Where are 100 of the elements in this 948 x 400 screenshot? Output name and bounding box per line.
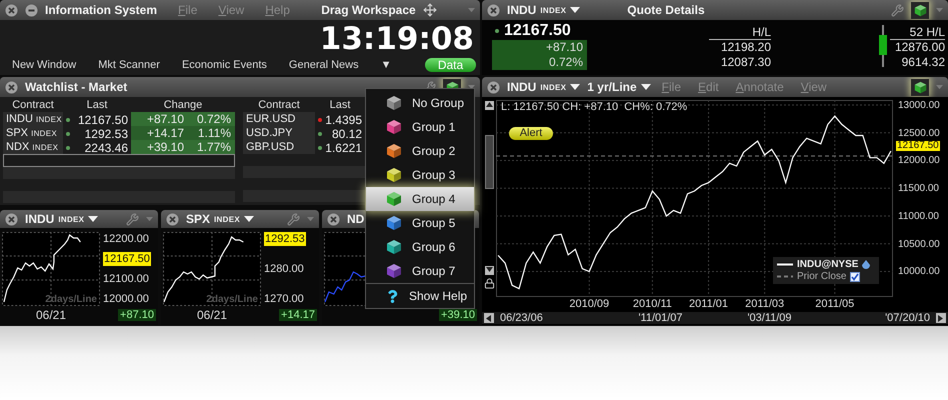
contract-cell[interactable]: EUR.USD: [243, 112, 315, 127]
more-button[interactable]: ▼: [380, 59, 392, 71]
minimize-icon[interactable]: [25, 4, 38, 16]
candlestick-icon: [879, 25, 887, 67]
axis-tick-label: 12500.00: [897, 128, 941, 139]
cube-icon: [386, 239, 402, 255]
caret-icon: [570, 84, 580, 90]
last-price: 1292.53: [84, 127, 128, 141]
axis-tick-label: 2011/03: [745, 298, 784, 310]
group-color-button[interactable]: [911, 78, 929, 96]
menu-item[interactable]: Show Help: [366, 283, 474, 308]
scroll-left-button[interactable]: [484, 313, 494, 323]
toolbar-button[interactable]: Mkt Scanner: [98, 59, 160, 71]
last-price: 12167.50: [78, 113, 128, 127]
column-header[interactable]: Last: [315, 98, 365, 112]
price-info: L: 12167.50 CH: +87.10 CH%: 0.72%: [501, 101, 688, 113]
close-icon[interactable]: [5, 4, 18, 16]
close-icon[interactable]: [327, 212, 340, 226]
low-value: 9614.32: [900, 55, 945, 70]
alert-button[interactable]: Alert: [509, 127, 553, 140]
caret-icon: [88, 216, 98, 222]
legend-checkbox[interactable]: [850, 272, 860, 282]
wrench-icon[interactable]: [126, 212, 139, 226]
tick-dot: [495, 29, 499, 33]
axis-tick-label: 1270.00: [264, 292, 304, 306]
date-label: 06/21: [36, 308, 66, 322]
column-header: H/L: [709, 25, 771, 40]
wrench-icon[interactable]: [287, 212, 300, 226]
navigator-date: '07/20/10: [884, 312, 930, 324]
dashed-line-swatch-icon: [777, 275, 793, 278]
period-dropdown[interactable]: 1 yr/Line: [587, 80, 651, 94]
last-price: 1.4395: [325, 112, 362, 126]
axis-tick-label: 12000.00: [103, 292, 149, 306]
scroll-up-button[interactable]: [484, 101, 494, 110]
menu-item[interactable]: Group 6: [366, 235, 474, 259]
move-icon[interactable]: [422, 3, 437, 17]
add-contract-field[interactable]: [3, 154, 235, 167]
menu-item[interactable]: Group 3: [366, 163, 474, 187]
wrench-icon[interactable]: [891, 4, 904, 16]
menu-item[interactable]: Group 1: [366, 115, 474, 139]
symbol-dropdown[interactable]: ND: [347, 212, 364, 226]
toolbar-button[interactable]: General News: [288, 59, 359, 71]
menu-item[interactable]: No Group: [366, 91, 474, 115]
caret-icon: [640, 84, 651, 90]
close-icon[interactable]: [487, 80, 500, 94]
menu-item[interactable]: Group 7: [366, 259, 474, 283]
dropdown-caret-icon: [307, 216, 314, 222]
symbol-dropdown[interactable]: INDU INDEX: [507, 3, 580, 17]
navigator-date: '03/11/09: [746, 312, 793, 324]
scroll-right-button[interactable]: [936, 313, 946, 323]
high-value: 12198.20: [720, 40, 771, 55]
column-header[interactable]: Contract: [243, 98, 315, 112]
chart-caption: 2days/Line: [206, 294, 258, 305]
cube-icon: [914, 4, 926, 16]
line-swatch-icon: [777, 263, 793, 266]
low-value: 12087.30: [720, 55, 771, 70]
column-header: 52 H/L: [890, 25, 945, 40]
axis-tick-label: 1280.00: [264, 262, 304, 276]
navigator-date: 06/23/06: [500, 312, 544, 324]
group-color-button[interactable]: [911, 2, 929, 18]
dropdown-caret-icon: [936, 8, 943, 12]
window-title: Information System: [45, 3, 158, 17]
axis-tick-label: 12100.00: [103, 272, 149, 286]
toolbar-button[interactable]: Economic Events: [182, 59, 267, 71]
chart-caption: 2days/Line: [45, 294, 97, 305]
menu-item[interactable]: Group 4: [366, 187, 474, 211]
last-price-tag: 12167.50: [103, 252, 151, 266]
change-cell: +87.10: [492, 40, 587, 55]
symbol-dropdown[interactable]: INDU INDEX: [507, 80, 580, 94]
column-header[interactable]: Change: [131, 98, 235, 112]
column-header[interactable]: Contract: [3, 98, 63, 112]
cube-icon: [386, 215, 402, 231]
close-icon[interactable]: [5, 80, 18, 94]
axis-tick-label: 11500.00: [897, 184, 940, 194]
date-label: 06/21: [196, 308, 228, 322]
caret-icon: [244, 216, 254, 222]
clock: 13:19:08: [320, 20, 475, 56]
scroll-thumb[interactable]: [484, 135, 494, 189]
drop-icon[interactable]: [862, 260, 870, 269]
triangle-icon: [938, 314, 944, 322]
high-value: 12876.00: [894, 40, 945, 55]
last-price: 2243.46: [84, 141, 128, 155]
dropdown-caret-icon: [468, 8, 475, 12]
axis-tick-label: 10000.00: [897, 267, 941, 278]
close-icon[interactable]: [487, 4, 500, 16]
column-header[interactable]: Last: [63, 98, 131, 112]
percent-cell: 0.72%: [492, 55, 587, 70]
contract-cell[interactable]: USD.JPY: [243, 126, 315, 141]
contract-cell[interactable]: GBP.USD: [243, 140, 315, 155]
last-price-tag: 1292.53: [264, 232, 306, 246]
triangle-icon: [486, 102, 492, 109]
toolbar-button[interactable]: New Window: [12, 59, 76, 71]
dropdown-caret-icon: [936, 84, 943, 90]
menu-item[interactable]: Group 2: [366, 139, 474, 163]
scroll-down-button[interactable]: [484, 266, 494, 275]
menu-item[interactable]: Group 5: [366, 211, 474, 235]
axis-tick-label: 12200.00: [103, 232, 149, 246]
lock-icon[interactable]: [484, 278, 494, 289]
close-icon[interactable]: [166, 212, 179, 226]
close-icon[interactable]: [5, 212, 18, 226]
